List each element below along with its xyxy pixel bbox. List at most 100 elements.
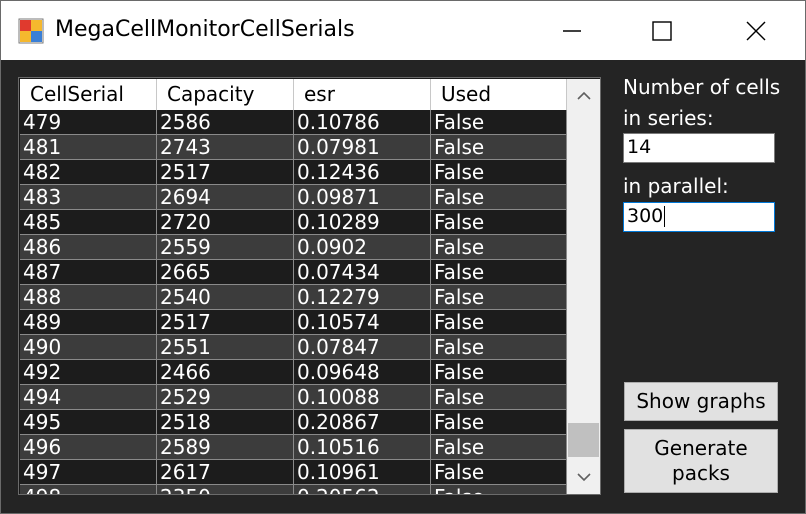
- cell-esr[interactable]: 0.12436: [294, 160, 431, 185]
- cell-used[interactable]: False: [431, 485, 567, 494]
- cell-serial[interactable]: 495: [20, 410, 157, 435]
- close-button[interactable]: [709, 1, 803, 60]
- cell-capacity[interactable]: 2517: [157, 310, 294, 335]
- cell-serial[interactable]: 485: [20, 210, 157, 235]
- table-row[interactable]: 489 2517 0.10574 False: [20, 310, 567, 335]
- minimize-icon: [563, 29, 581, 32]
- table-row[interactable]: 49823500.20562False: [20, 485, 567, 494]
- column-header-esr[interactable]: esr: [294, 79, 431, 110]
- cell-used[interactable]: False: [431, 385, 567, 410]
- series-input[interactable]: 14: [623, 133, 775, 163]
- cell-serial[interactable]: 494: [20, 385, 157, 410]
- cell-capacity[interactable]: 2720: [157, 210, 294, 235]
- generate-packs-button[interactable]: Generate packs: [624, 429, 778, 493]
- table-row[interactable]: 496 2589 0.10516 False: [20, 435, 567, 460]
- cell-used[interactable]: False: [431, 360, 567, 385]
- cell-used[interactable]: False: [431, 135, 567, 160]
- cell-esr[interactable]: 0.10961: [294, 460, 431, 485]
- cell-capacity[interactable]: 2617: [157, 460, 294, 485]
- cell-esr[interactable]: 0.10574: [294, 310, 431, 335]
- maximize-icon: [652, 20, 672, 41]
- cell-used[interactable]: False: [431, 410, 567, 435]
- cell-serials-grid[interactable]: CellSerial Capacity esr Used 479 2586 0.10…: [18, 77, 601, 495]
- cell-used[interactable]: False: [431, 110, 567, 135]
- scroll-down-button[interactable]: [567, 460, 600, 494]
- parallel-input[interactable]: 300: [623, 202, 775, 232]
- table-row[interactable]: 479 2586 0.10786 False: [20, 110, 567, 135]
- cell-capacity[interactable]: 2551: [157, 335, 294, 360]
- table-row[interactable]: 487 2665 0.07434 False: [20, 260, 567, 285]
- cell-capacity[interactable]: 2586: [157, 110, 294, 135]
- cell-esr[interactable]: 0.07981: [294, 135, 431, 160]
- cell-capacity[interactable]: 2694: [157, 185, 294, 210]
- cell-capacity[interactable]: 2518: [157, 410, 294, 435]
- cell-serial[interactable]: 489: [20, 310, 157, 335]
- cell-esr[interactable]: 0.10289: [294, 210, 431, 235]
- table-row[interactable]: 483 2694 0.09871 False: [20, 185, 567, 210]
- cell-used[interactable]: False: [431, 235, 567, 260]
- cell-used[interactable]: False: [431, 460, 567, 485]
- column-header-capacity[interactable]: Capacity: [157, 79, 294, 110]
- table-row[interactable]: 495 2518 0.20867 False: [20, 410, 567, 435]
- cell-esr[interactable]: 0.07434: [294, 260, 431, 285]
- cell-used[interactable]: False: [431, 435, 567, 460]
- cell-used[interactable]: False: [431, 185, 567, 210]
- cell-esr[interactable]: 0.09871: [294, 185, 431, 210]
- table-row[interactable]: 481 2743 0.07981 False: [20, 135, 567, 160]
- cell-serial[interactable]: 486: [20, 235, 157, 260]
- cell-capacity[interactable]: 2743: [157, 135, 294, 160]
- cell-serial[interactable]: 479: [20, 110, 157, 135]
- cell-serial[interactable]: 483: [20, 185, 157, 210]
- cell-serial[interactable]: 490: [20, 335, 157, 360]
- cell-esr[interactable]: 0.0902: [294, 235, 431, 260]
- cell-serial[interactable]: 498: [20, 485, 157, 494]
- table-row[interactable]: 488 2540 0.12279 False: [20, 285, 567, 310]
- table-row[interactable]: 497 2617 0.10961 False: [20, 460, 567, 485]
- column-header-cellserial[interactable]: CellSerial: [20, 79, 157, 110]
- cell-used[interactable]: False: [431, 310, 567, 335]
- table-row[interactable]: 494 2529 0.10088 False: [20, 385, 567, 410]
- cell-used[interactable]: False: [431, 335, 567, 360]
- scroll-up-button[interactable]: [567, 79, 600, 113]
- cell-used[interactable]: False: [431, 210, 567, 235]
- cell-esr[interactable]: 0.10088: [294, 385, 431, 410]
- minimize-button[interactable]: [525, 1, 619, 60]
- cell-capacity[interactable]: 2529: [157, 385, 294, 410]
- cell-used[interactable]: False: [431, 260, 567, 285]
- scroll-thumb[interactable]: [568, 423, 599, 457]
- cell-serial[interactable]: 482: [20, 160, 157, 185]
- vertical-scrollbar[interactable]: [567, 79, 600, 494]
- cell-esr[interactable]: 0.07847: [294, 335, 431, 360]
- cell-serial[interactable]: 497: [20, 460, 157, 485]
- cell-esr[interactable]: 0.20562: [294, 485, 431, 494]
- cell-esr[interactable]: 0.12279: [294, 285, 431, 310]
- table-row[interactable]: 482 2517 0.12436 False: [20, 160, 567, 185]
- cell-capacity[interactable]: 2559: [157, 235, 294, 260]
- cell-capacity[interactable]: 2540: [157, 285, 294, 310]
- cell-esr[interactable]: 0.10516: [294, 435, 431, 460]
- column-header-used[interactable]: Used: [431, 79, 567, 110]
- cell-used[interactable]: False: [431, 285, 567, 310]
- title-bar[interactable]: MegaCellMonitorCellSerials: [1, 1, 805, 60]
- show-graphs-button[interactable]: Show graphs: [624, 382, 778, 421]
- cell-esr[interactable]: 0.10786: [294, 110, 431, 135]
- table-row[interactable]: 490 2551 0.07847 False: [20, 335, 567, 360]
- cell-capacity[interactable]: 2517: [157, 160, 294, 185]
- maximize-button[interactable]: [615, 1, 709, 60]
- window-title: MegaCellMonitorCellSerials: [55, 17, 355, 42]
- cell-serial[interactable]: 487: [20, 260, 157, 285]
- cell-capacity[interactable]: 2665: [157, 260, 294, 285]
- cell-esr[interactable]: 0.20867: [294, 410, 431, 435]
- table-row[interactable]: 485 2720 0.10289 False: [20, 210, 567, 235]
- cell-serial[interactable]: 496: [20, 435, 157, 460]
- cell-used[interactable]: False: [431, 160, 567, 185]
- cell-capacity[interactable]: 2350: [157, 485, 294, 494]
- cell-capacity[interactable]: 2466: [157, 360, 294, 385]
- cell-esr[interactable]: 0.09648: [294, 360, 431, 385]
- cell-capacity[interactable]: 2589: [157, 435, 294, 460]
- table-row[interactable]: 492 2466 0.09648 False: [20, 360, 567, 385]
- cell-serial[interactable]: 492: [20, 360, 157, 385]
- cell-serial[interactable]: 481: [20, 135, 157, 160]
- table-row[interactable]: 486 2559 0.0902 False: [20, 235, 567, 260]
- cell-serial[interactable]: 488: [20, 285, 157, 310]
